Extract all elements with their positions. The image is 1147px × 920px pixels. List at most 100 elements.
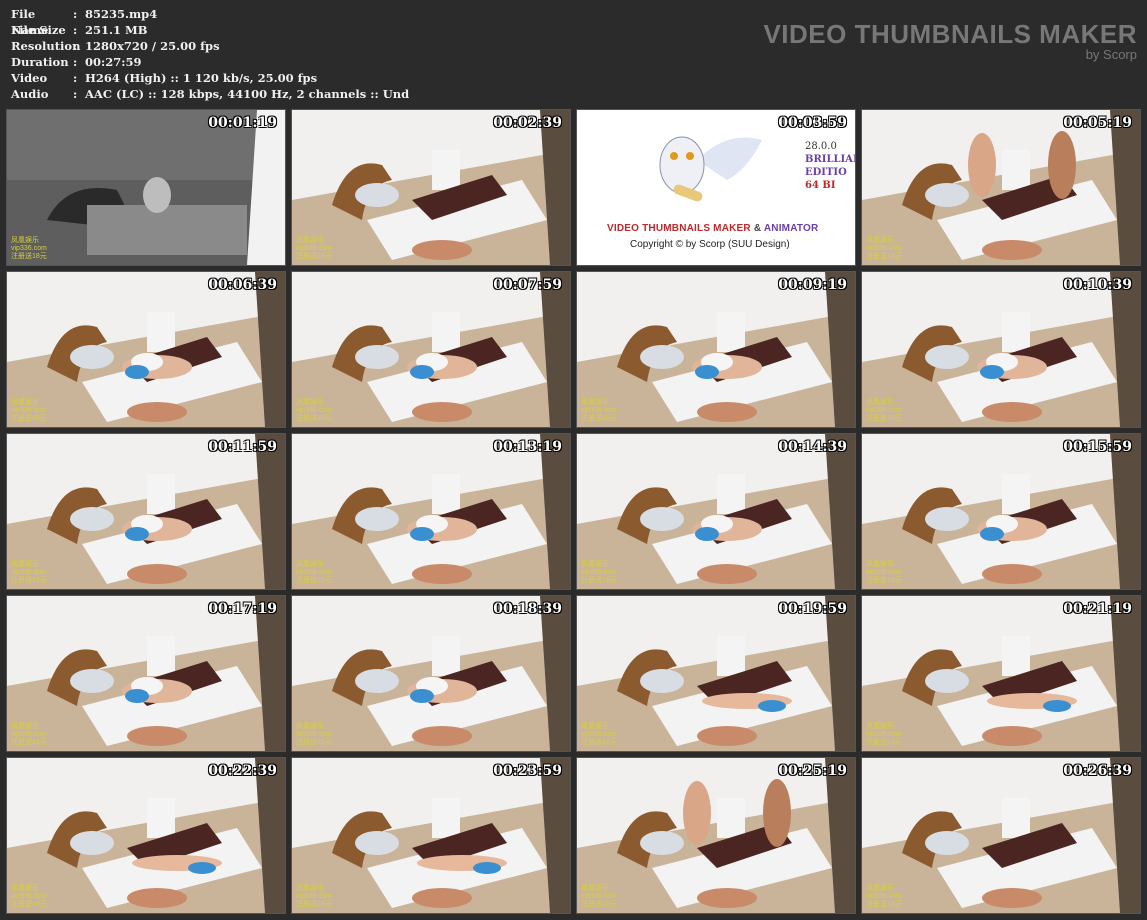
timestamp: 00:10:39 <box>1063 277 1132 293</box>
timestamp: 00:06:39 <box>208 277 277 293</box>
timestamp: 00:14:39 <box>778 439 847 455</box>
video-thumbnail[interactable]: 凤凰娱乐 vip336.com 注册送18元 00:02:39 <box>291 109 571 266</box>
video-frame <box>577 272 855 427</box>
file-info-value: 1280x720 / 25.00 fps <box>85 39 220 53</box>
video-thumbnail[interactable]: 凤凰娱乐 vip336.com 注册送18元 00:11:59 <box>6 433 286 590</box>
video-thumbnail[interactable]: 凤凰娱乐 vip336.com 注册送18元 00:19:59 <box>576 595 856 752</box>
video-thumbnail[interactable]: 凤凰娱乐 vip336.com 注册送18元 00:15:59 <box>861 433 1141 590</box>
timestamp: 00:03:59 <box>778 115 847 131</box>
watermark: 凤凰娱乐 vip336.com 注册送18元 <box>11 561 47 584</box>
video-thumbnail[interactable]: 凤凰娱乐 vip336.com 注册送18元 00:23:59 <box>291 757 571 914</box>
file-info-value: AAC (LC) :: 128 kbps, 44100 Hz, 2 channe… <box>85 87 410 101</box>
file-info-value: 00:27:59 <box>85 55 142 69</box>
watermark: 凤凰娱乐 vip336.com 注册送18元 <box>866 561 902 584</box>
file-info-row: File Name:85235.mp4 <box>11 6 409 37</box>
watermark: 凤凰娱乐 vip336.com 注册送18元 <box>581 399 617 422</box>
file-info-value: H264 (High) :: 1 120 kb/s, 25.00 fps <box>85 71 318 85</box>
file-info-row: Resolution:1280x720 / 25.00 fps <box>11 38 409 54</box>
video-frame <box>577 758 855 913</box>
watermark: 凤凰娱乐 vip336.com 注册送18元 <box>11 399 47 422</box>
file-info-row: Audio: AAC (LC) :: 128 kbps, 44100 Hz, 2 … <box>11 86 409 102</box>
file-info-separator: : <box>73 7 78 21</box>
watermark: 凤凰娱乐 vip336.com 注册送18元 <box>866 237 902 260</box>
video-frame <box>7 110 285 265</box>
video-thumbnail[interactable]: 凤凰娱乐 vip336.com 注册送18元 00:14:39 <box>576 433 856 590</box>
timestamp: 00:19:59 <box>778 601 847 617</box>
file-info-label: File Size <box>11 23 66 37</box>
file-info-value: 85235.mp4 <box>85 7 158 21</box>
file-info-separator: : <box>73 71 78 85</box>
video-frame <box>577 434 855 589</box>
video-frame <box>7 434 285 589</box>
logo-card-edition: 28.0.0BRILLIANCEDITIO64 BI <box>805 141 855 191</box>
file-info-separator: : <box>73 23 78 37</box>
watermark: 凤凰娱乐 vip336.com 注册送18元 <box>11 885 47 908</box>
file-info-label: File Name <box>11 7 49 37</box>
watermark: 凤凰娱乐 vip336.com 注册送18元 <box>296 399 332 422</box>
file-info-separator: : <box>73 55 78 69</box>
timestamp: 00:23:59 <box>493 763 562 779</box>
video-thumbnail[interactable]: 凤凰娱乐 vip336.com 注册送18元 00:25:19 <box>576 757 856 914</box>
watermark: 凤凰娱乐 vip336.com 注册送18元 <box>866 885 902 908</box>
video-thumbnail[interactable]: 凤凰娱乐 vip336.com 注册送18元 00:21:19 <box>861 595 1141 752</box>
timestamp: 00:09:19 <box>778 277 847 293</box>
video-thumbnail[interactable]: 凤凰娱乐 vip336.com 注册送18元 00:18:39 <box>291 595 571 752</box>
timestamp: 00:21:19 <box>1063 601 1132 617</box>
brand-title: VIDEO THUMBNAILS MAKER <box>763 19 1137 49</box>
timestamp: 00:01:19 <box>208 115 277 131</box>
timestamp: 00:05:19 <box>1063 115 1132 131</box>
video-frame <box>862 758 1140 913</box>
file-info-value: 251.1 MB <box>85 23 148 37</box>
file-info-panel: File Name:85235.mp4 File Size:251.1 MB Res… <box>11 6 409 102</box>
file-info-label: Resolution <box>11 39 81 53</box>
video-frame <box>7 596 285 751</box>
timestamp: 00:13:19 <box>493 439 562 455</box>
logo-card-title: VIDEO THUMBNAILS MAKER & ANIMATOR <box>607 223 819 234</box>
file-info-separator: : <box>73 39 78 53</box>
file-info-separator: : <box>73 87 78 101</box>
video-thumbnail[interactable]: 凤凰娱乐 vip336.com 注册送18元 00:26:39 <box>861 757 1141 914</box>
watermark: 凤凰娱乐 vip336.com 注册送18元 <box>296 237 332 260</box>
video-frame <box>862 110 1140 265</box>
timestamp: 00:02:39 <box>493 115 562 131</box>
watermark: 凤凰娱乐 vip336.com 注册送18元 <box>296 723 332 746</box>
timestamp: 00:18:39 <box>493 601 562 617</box>
video-thumbnail[interactable]: 凤凰娱乐 vip336.com 注册送18元 00:13:19 <box>291 433 571 590</box>
video-thumbnail[interactable]: 凤凰娱乐 vip336.com 注册送18元 00:17:19 <box>6 595 286 752</box>
brand-subtitle: by Scorp <box>1085 47 1137 62</box>
video-thumbnail[interactable]: 凤凰娱乐 vip336.com 注册送18元 00:07:59 <box>291 271 571 428</box>
logo-card-copyright: Copyright © by Scorp (SUU Design) <box>630 239 790 250</box>
timestamp: 00:25:19 <box>778 763 847 779</box>
video-thumbnail[interactable]: VIDEO THUMBNAILS MAKER & ANIMATOR Copyrig… <box>576 109 856 266</box>
video-frame <box>292 596 570 751</box>
video-thumbnail[interactable]: 凤凰娱乐 vip336.com 注册送18元 00:05:19 <box>861 109 1141 266</box>
timestamp: 00:22:39 <box>208 763 277 779</box>
file-info-row: Duration:00:27:59 <box>11 54 409 70</box>
video-frame <box>292 272 570 427</box>
timestamp: 00:11:59 <box>208 439 277 455</box>
file-info-row: Video: H264 (High) :: 1 120 kb/s, 25.00 f… <box>11 70 409 86</box>
timestamp: 00:26:39 <box>1063 763 1132 779</box>
video-thumbnail[interactable]: 凤凰娱乐 vip336.com 注册送18元 00:06:39 <box>6 271 286 428</box>
video-frame <box>577 596 855 751</box>
watermark: 凤凰娱乐 vip336.com 注册送18元 <box>11 237 47 260</box>
timestamp: 00:15:59 <box>1063 439 1132 455</box>
video-frame <box>7 758 285 913</box>
watermark: 凤凰娱乐 vip336.com 注册送18元 <box>866 399 902 422</box>
brand-logo: VIDEO THUMBNAILS MAKER by Scorp <box>763 20 1137 62</box>
video-thumbnail[interactable]: 凤凰娱乐 vip336.com 注册送18元 00:01:19 <box>6 109 286 266</box>
watermark: 凤凰娱乐 vip336.com 注册送18元 <box>296 885 332 908</box>
video-thumbnail[interactable]: 凤凰娱乐 vip336.com 注册送18元 00:10:39 <box>861 271 1141 428</box>
video-thumbnail[interactable]: 凤凰娱乐 vip336.com 注册送18元 00:22:39 <box>6 757 286 914</box>
watermark: 凤凰娱乐 vip336.com 注册送18元 <box>581 561 617 584</box>
watermark: 凤凰娱乐 vip336.com 注册送18元 <box>296 561 332 584</box>
video-frame <box>7 272 285 427</box>
video-frame <box>862 272 1140 427</box>
file-info-label: Duration <box>11 55 69 69</box>
thumbnail-grid: 凤凰娱乐 vip336.com 注册送18元 00:01:19 凤凰娱乐 vip336.c… <box>6 109 1142 915</box>
file-info-label: Audio <box>11 87 49 101</box>
video-thumbnail[interactable]: 凤凰娱乐 vip336.com 注册送18元 00:09:19 <box>576 271 856 428</box>
video-frame <box>292 434 570 589</box>
video-frame <box>862 596 1140 751</box>
video-frame <box>292 110 570 265</box>
